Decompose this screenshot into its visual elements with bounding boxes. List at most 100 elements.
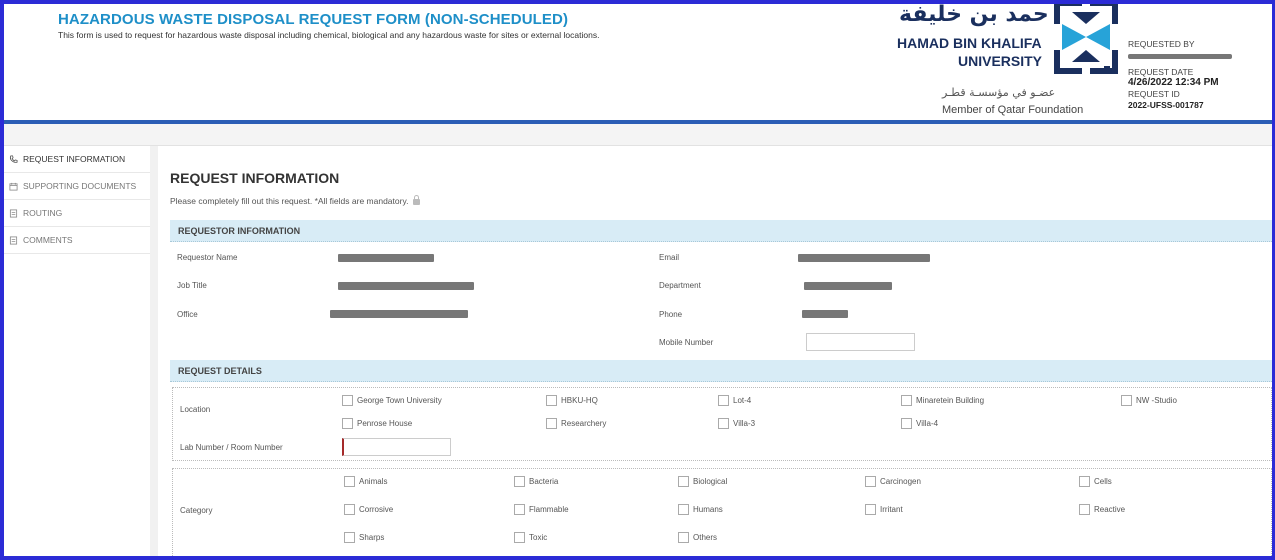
location-checkbox-nw-studio[interactable]: NW -Studio xyxy=(1121,395,1177,406)
calendar-icon xyxy=(8,181,18,191)
checkbox-label: NW -Studio xyxy=(1136,396,1177,405)
category-checkbox-humans[interactable]: Humans xyxy=(678,504,723,515)
job-title-value-redacted xyxy=(338,282,474,290)
checkbox-label: George Town University xyxy=(357,396,442,405)
category-checkbox-toxic[interactable]: Toxic xyxy=(514,532,547,543)
requestor-name-value-redacted xyxy=(338,254,434,262)
main-content: REQUEST INFORMATION Please completely fi… xyxy=(158,146,1272,556)
category-checkbox-biological[interactable]: Biological xyxy=(678,476,727,487)
category-checkbox-reactive[interactable]: Reactive xyxy=(1079,504,1125,515)
sidebar-item-label: REQUEST INFORMATION xyxy=(23,154,126,164)
office-label: Office xyxy=(177,310,198,319)
checkbox-label: Penrose House xyxy=(357,419,413,428)
sidebar-item-label: ROUTING xyxy=(23,208,63,218)
job-title-label: Job Title xyxy=(177,281,207,290)
checkbox-box[interactable] xyxy=(514,476,525,487)
checkbox-box[interactable] xyxy=(718,418,729,429)
sidebar-divider xyxy=(150,146,158,556)
category-checkbox-corrosive[interactable]: Corrosive xyxy=(344,504,393,515)
request-date-value: 4/26/2022 12:34 PM xyxy=(1128,77,1219,88)
category-checkbox-sharps[interactable]: Sharps xyxy=(344,532,384,543)
checkbox-label: Researchery xyxy=(561,419,607,428)
checkbox-box[interactable] xyxy=(718,395,729,406)
checkbox-box[interactable] xyxy=(1079,504,1090,515)
requestor-name-label: Requestor Name xyxy=(177,253,238,262)
category-label: Category xyxy=(180,506,213,515)
checkbox-label: Others xyxy=(693,533,718,542)
request-meta: REQUESTED BY REQUEST DATE 4/26/2022 12:3… xyxy=(1128,39,1268,111)
checkbox-label: Bacteria xyxy=(529,477,559,486)
checkbox-box[interactable] xyxy=(678,504,689,515)
checkbox-label: Cells xyxy=(1094,477,1112,486)
category-checkbox-cells[interactable]: Cells xyxy=(1079,476,1112,487)
category-checkbox-others[interactable]: Others xyxy=(678,532,717,543)
sidebar-item-request-information[interactable]: REQUEST INFORMATION xyxy=(4,146,150,173)
location-checkbox-lot-4[interactable]: Lot-4 xyxy=(718,395,751,406)
requested-by-label: REQUESTED BY xyxy=(1128,39,1195,49)
section-requestor-information[interactable]: REQUESTOR INFORMATION xyxy=(170,220,1272,242)
toolbar-strip xyxy=(4,124,1272,146)
location-checkbox-villa-3[interactable]: Villa-3 xyxy=(718,418,755,429)
checkbox-box[interactable] xyxy=(901,418,912,429)
checkbox-box[interactable] xyxy=(342,418,353,429)
university-logo-name: HAMAD BIN KHALIFA xyxy=(897,35,1042,51)
category-checkbox-bacteria[interactable]: Bacteria xyxy=(514,476,558,487)
checkbox-box[interactable] xyxy=(546,418,557,429)
mandatory-note-text: Please completely fill out this request.… xyxy=(170,196,409,206)
checkbox-box[interactable] xyxy=(1121,395,1132,406)
window-frame: HAZARDOUS WASTE DISPOSAL REQUEST FORM (N… xyxy=(0,0,1275,560)
form-header: HAZARDOUS WASTE DISPOSAL REQUEST FORM (N… xyxy=(4,4,1272,120)
office-value-redacted xyxy=(330,310,468,318)
checkbox-label: HBKU-HQ xyxy=(561,396,598,405)
request-date-label: REQUEST DATE xyxy=(1128,67,1194,77)
checkbox-box[interactable] xyxy=(678,476,689,487)
checkbox-label: Villa-4 xyxy=(916,419,939,428)
category-checkbox-flammable[interactable]: Flammable xyxy=(514,504,569,515)
checkbox-box[interactable] xyxy=(344,504,355,515)
mobile-number-input[interactable] xyxy=(806,333,915,351)
sidebar-item-comments[interactable]: COMMENTS xyxy=(4,227,150,254)
qf-logo-arabic: عضـو في مؤسسـة قطـر xyxy=(942,86,1056,99)
checkbox-box[interactable] xyxy=(901,395,912,406)
category-checkbox-irritant[interactable]: Irritant xyxy=(865,504,903,515)
university-logo-name-2: UNIVERSITY xyxy=(958,53,1043,69)
location-checkbox-villa-4[interactable]: Villa-4 xyxy=(901,418,938,429)
checkbox-box[interactable] xyxy=(678,532,689,543)
mandatory-note: Please completely fill out this request.… xyxy=(170,195,421,206)
checkbox-box[interactable] xyxy=(514,504,525,515)
checkbox-box[interactable] xyxy=(865,504,876,515)
department-value-redacted xyxy=(804,282,892,290)
checkbox-label: Toxic xyxy=(529,533,548,542)
request-id-value: 2022-UFSS-001787 xyxy=(1128,100,1204,110)
location-checkbox-penrose-house[interactable]: Penrose House xyxy=(342,418,412,429)
document-icon xyxy=(8,235,18,245)
location-checkbox-hbku-hq[interactable]: HBKU-HQ xyxy=(546,395,598,406)
email-value-redacted xyxy=(798,254,930,262)
lab-room-number-label: Lab Number / Room Number xyxy=(180,443,283,452)
checkbox-label: Corrosive xyxy=(359,505,394,514)
checkbox-label: Carcinogen xyxy=(880,477,921,486)
location-checkbox-researchery[interactable]: Researchery xyxy=(546,418,606,429)
qf-logo-english: Member of Qatar Foundation xyxy=(942,104,1084,116)
section-request-details[interactable]: REQUEST DETAILS xyxy=(170,360,1272,382)
lab-room-number-input[interactable] xyxy=(342,438,451,456)
checkbox-label: Irritant xyxy=(880,505,903,514)
checkbox-label: Animals xyxy=(359,477,388,486)
category-checkbox-animals[interactable]: Animals xyxy=(344,476,387,487)
location-checkbox-george-town-university[interactable]: George Town University xyxy=(342,395,442,406)
page-title: REQUEST INFORMATION xyxy=(170,170,340,186)
form-subtitle: This form is used to request for hazardo… xyxy=(58,30,600,40)
checkbox-box[interactable] xyxy=(344,476,355,487)
checkbox-box[interactable] xyxy=(344,532,355,543)
sidebar-item-routing[interactable]: ROUTING xyxy=(4,200,150,227)
checkbox-box[interactable] xyxy=(514,532,525,543)
location-checkbox-minaretein-building[interactable]: Minaretein Building xyxy=(901,395,984,406)
checkbox-box[interactable] xyxy=(865,476,876,487)
requested-by-redacted xyxy=(1128,54,1232,59)
sidebar-item-supporting-documents[interactable]: SUPPORTING DOCUMENTS xyxy=(4,173,150,200)
checkbox-box[interactable] xyxy=(1079,476,1090,487)
category-checkbox-carcinogen[interactable]: Carcinogen xyxy=(865,476,921,487)
checkbox-box[interactable] xyxy=(546,395,557,406)
university-logo-arabic: حمد بن خليفة xyxy=(899,2,1049,27)
checkbox-box[interactable] xyxy=(342,395,353,406)
